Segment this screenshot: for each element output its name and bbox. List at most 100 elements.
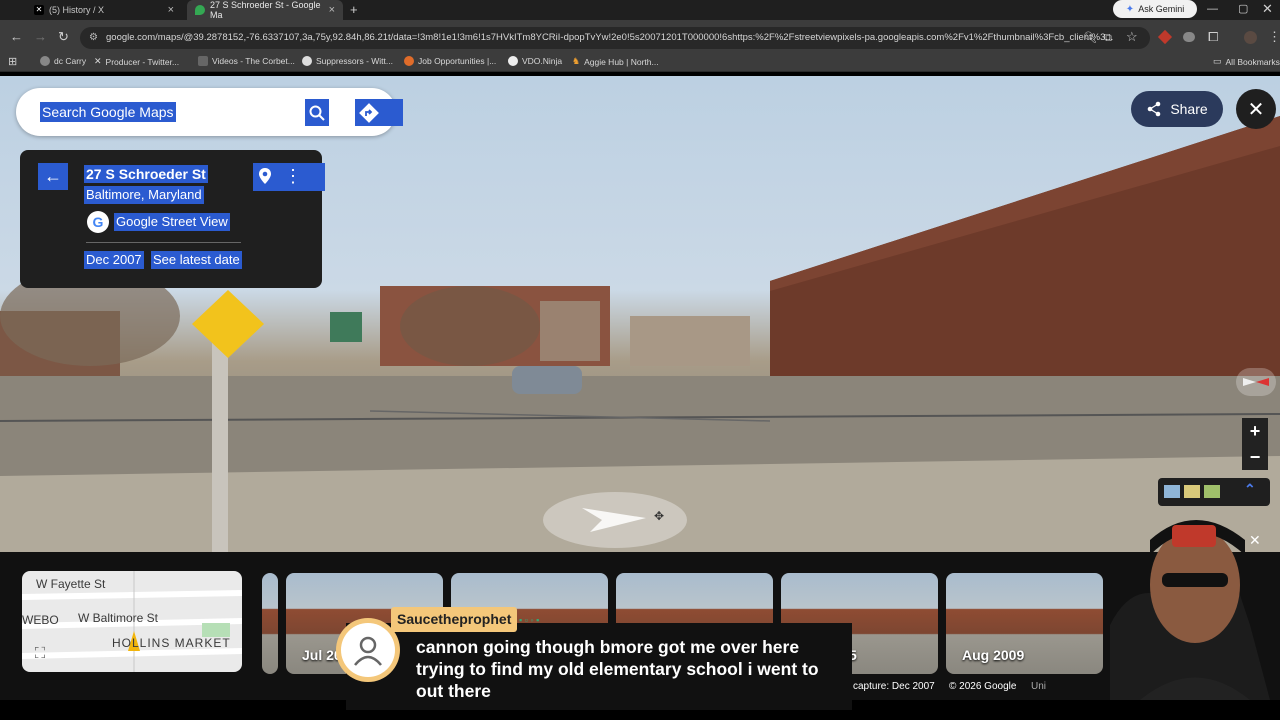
move-cursor-icon: ✥ xyxy=(654,509,664,523)
ask-gemini-button[interactable]: ✦ Ask Gemini xyxy=(1113,0,1197,18)
directions-icon xyxy=(359,102,379,123)
vdo-ninja-icon xyxy=(508,56,518,66)
thumbnail-date: Aug 2009 xyxy=(962,647,1025,663)
street-label: WEBO xyxy=(22,613,59,627)
chat-message: cannon going though bmore got me over he… xyxy=(416,637,819,701)
bookmark-item[interactable]: Suppressors - Witt... xyxy=(302,56,393,66)
menu-kebab-icon[interactable]: ⋮ xyxy=(1268,30,1280,44)
expand-map-icon[interactable]: ⛶ xyxy=(30,645,50,665)
distant-building xyxy=(540,301,600,361)
reload-icon[interactable]: ↻ xyxy=(58,30,69,44)
street-label: W Baltimore St xyxy=(78,611,159,625)
job-site-icon xyxy=(404,56,414,66)
folder-icon: ▭ xyxy=(1213,56,1222,66)
share-button[interactable]: Share xyxy=(1131,91,1223,127)
forward-arrow-icon[interactable]: → xyxy=(34,30,47,44)
maximize-window-icon[interactable]: ▢ xyxy=(1238,2,1248,16)
chat-badge-icons: ▪ ▫ ◦ ▪ xyxy=(519,615,540,625)
terrain-layer-icon[interactable] xyxy=(1184,485,1200,498)
capture-footer: capture: Dec 2007 xyxy=(853,681,935,692)
streamer-figure xyxy=(1110,520,1270,700)
extensions-puzzle-icon[interactable]: ⧠ xyxy=(1208,30,1218,44)
google-g-icon: G xyxy=(87,211,109,233)
close-window-icon[interactable]: ✕ xyxy=(1262,2,1273,16)
share-icon xyxy=(1148,101,1161,117)
close-icon: ✕ xyxy=(1247,98,1265,121)
footer-more: Uni xyxy=(1031,681,1047,692)
school-crossing-sign xyxy=(192,290,264,358)
search-button[interactable] xyxy=(305,99,329,126)
close-street-view-button[interactable]: ✕ xyxy=(1236,89,1276,129)
bookmark-item[interactable]: Job Opportunities |... xyxy=(404,56,496,66)
tab-title: 27 S Schroeder St - Google Ma xyxy=(210,0,321,20)
url-field[interactable]: ⚙ google.com/maps/@39.2878152,-76.633710… xyxy=(80,27,1150,49)
gemini-sparkle-icon: ✦ xyxy=(1125,3,1135,15)
back-arrow-icon[interactable]: ← xyxy=(38,163,68,190)
chat-username: Saucetheprophet xyxy=(391,607,518,632)
new-tab-button[interactable]: + xyxy=(350,3,358,17)
bookmark-item[interactable]: VDO.Ninja xyxy=(508,56,562,66)
tab-title: (5) History / X xyxy=(49,5,105,15)
bare-tree xyxy=(400,286,540,366)
timeline-thumbnail[interactable]: Aug 2009 xyxy=(946,573,1103,674)
minimap[interactable]: W Fayette St W Baltimore St WEBO HOLLINS… xyxy=(22,571,242,672)
bookmark-star-icon[interactable]: ☆ xyxy=(1126,30,1138,44)
bookmark-item[interactable]: ♞ Aggie Hub | North... xyxy=(572,56,659,67)
video-site-icon xyxy=(198,56,208,66)
x-logo-icon: ✕ xyxy=(34,5,44,15)
globe-icon xyxy=(302,56,312,66)
site-info-icon[interactable]: ⚙ xyxy=(89,27,98,49)
bookmark-item[interactable]: dc Carry xyxy=(40,56,86,66)
tab-close-icon[interactable]: × xyxy=(329,4,335,16)
profile-avatar[interactable] xyxy=(1244,31,1257,44)
green-street-sign xyxy=(330,312,362,342)
divider xyxy=(86,242,241,243)
cast-icon[interactable]: ⧉ xyxy=(1104,31,1112,45)
place-name: 27 S Schroeder St xyxy=(84,165,208,183)
url-text: google.com/maps/@39.2878152,-76.6337107,… xyxy=(106,32,1114,43)
google-maps-icon xyxy=(195,5,205,15)
ask-gemini-label: Ask Gemini xyxy=(1138,4,1185,14)
distant-building xyxy=(630,316,750,366)
street-label: W Fayette St xyxy=(36,577,106,591)
streamer-webcam xyxy=(1100,505,1280,700)
compass-button[interactable] xyxy=(1236,368,1276,396)
x-logo-icon: ✕ xyxy=(94,56,102,66)
street-view-scene: ✥ xyxy=(0,116,1280,552)
aggie-hub-icon: ♞ xyxy=(572,56,581,66)
copyright-footer: © 2026 Google xyxy=(949,681,1017,692)
minimize-window-icon[interactable]: — xyxy=(1207,2,1218,16)
capture-date[interactable]: Dec 2007 xyxy=(84,251,144,269)
search-input[interactable]: Search Google Maps xyxy=(40,102,176,122)
source-label: Google Street View xyxy=(114,213,230,231)
share-label: Share xyxy=(1170,101,1208,117)
tab-close-icon[interactable]: × xyxy=(168,4,174,16)
street-view-canvas[interactable]: ✥ xyxy=(0,76,1280,552)
all-bookmarks[interactable]: ▭ All Bookmarks xyxy=(1213,56,1280,67)
location-pin-icon[interactable] xyxy=(258,167,272,190)
tab-google-maps[interactable]: 27 S Schroeder St - Google Ma × xyxy=(187,0,343,20)
tab-history-x[interactable]: ✕ (5) History / X × xyxy=(26,0,182,20)
street-label: HOLLINS MARKET xyxy=(112,636,231,650)
user-silhouette-icon xyxy=(341,623,395,677)
layers-control[interactable]: ⌃ xyxy=(1158,478,1270,506)
satellite-layer-icon[interactable] xyxy=(1164,485,1180,498)
place-city: Baltimore, Maryland xyxy=(84,186,204,204)
back-arrow-icon[interactable]: ← xyxy=(10,30,23,44)
bookmark-item[interactable]: Videos - The Corbet... xyxy=(198,56,295,66)
zoom-in-button[interactable]: + xyxy=(1242,418,1268,444)
globe-icon xyxy=(40,56,50,66)
extension-toggle-icon[interactable] xyxy=(1183,32,1195,42)
see-latest-date-link[interactable]: See latest date xyxy=(151,251,242,269)
apps-grid-icon[interactable]: ⊞ xyxy=(8,55,17,69)
more-options-icon[interactable]: ⋮ xyxy=(284,166,302,187)
zoom-out-button[interactable]: − xyxy=(1242,444,1268,470)
bookmark-item[interactable]: ✕ Producer - Twitter... xyxy=(94,56,179,67)
compass-icon xyxy=(1243,378,1269,386)
timeline-thumbnail[interactable] xyxy=(262,573,278,674)
search-icon xyxy=(309,105,325,121)
directions-button[interactable] xyxy=(355,99,403,126)
zoom-lens-icon[interactable]: 🔍︎ xyxy=(1083,31,1097,45)
expand-chevron-icon[interactable]: ⌃ xyxy=(1244,481,1256,498)
traffic-layer-icon[interactable] xyxy=(1204,485,1220,498)
